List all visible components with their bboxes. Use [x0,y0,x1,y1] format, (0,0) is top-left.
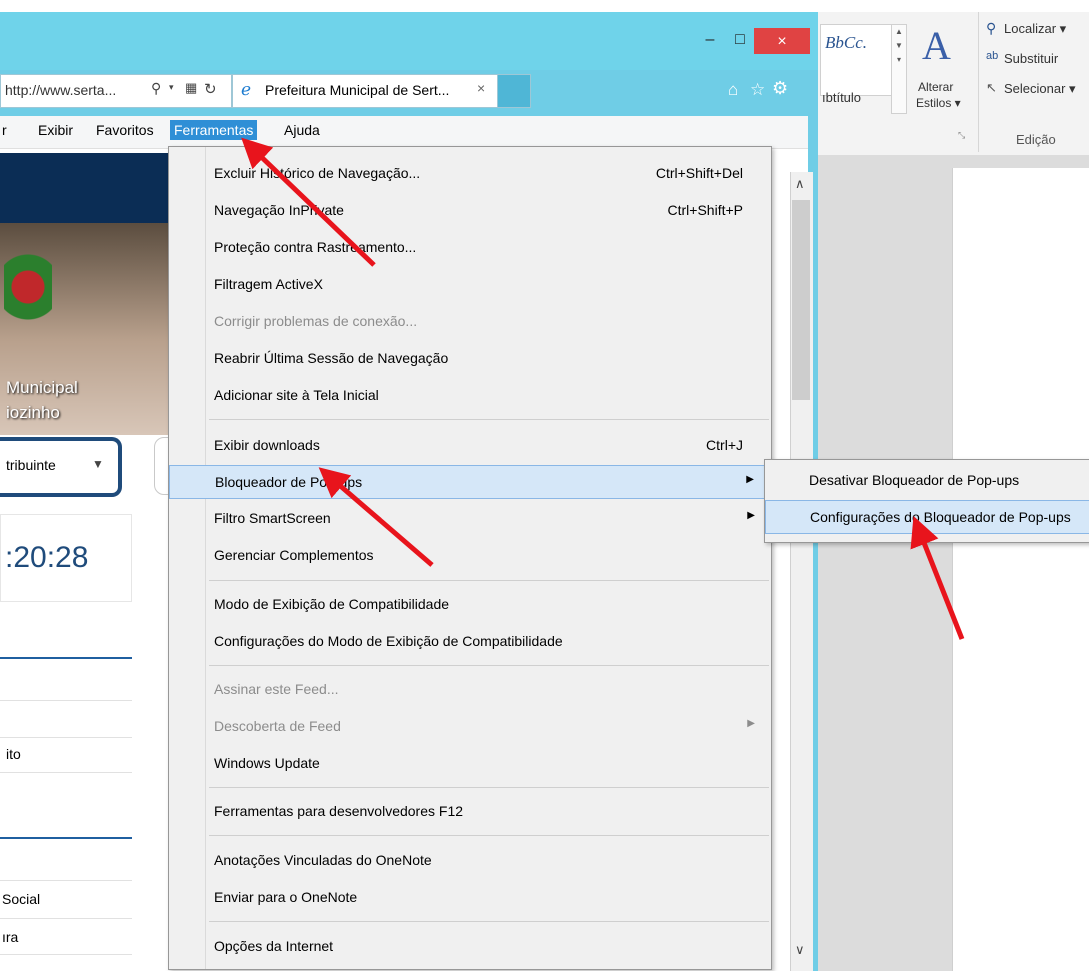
annotation-arrow [318,467,434,567]
annotation-arrow [241,137,376,267]
annotation-arrow [910,516,965,640]
annotation-arrows [241,137,965,640]
